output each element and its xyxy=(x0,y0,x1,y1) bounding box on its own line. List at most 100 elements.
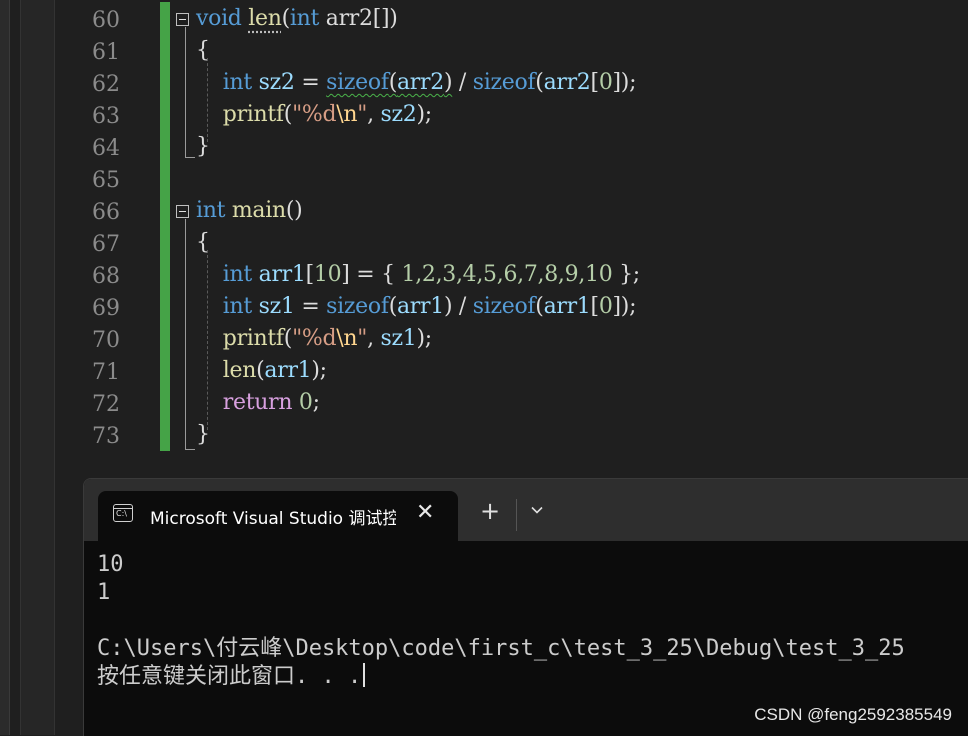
code-text: int main() xyxy=(196,198,303,223)
tab-debug-console[interactable]: C:\ Microsoft Visual Studio 调试控制台 ✕ xyxy=(98,491,458,541)
debug-console-window[interactable]: C:\ Microsoft Visual Studio 调试控制台 ✕ + 10… xyxy=(83,478,968,736)
tab-title: Microsoft Visual Studio 调试控制台 xyxy=(150,509,396,529)
line-number: 65 xyxy=(92,168,120,193)
code-token: arr1 xyxy=(543,294,591,319)
code-line[interactable]: 63 printf("%d\n", sz2); xyxy=(0,100,968,132)
output-line-4: C:\Users\付云峰\Desktop\code\first_c\test_3… xyxy=(97,636,905,661)
code-line[interactable]: 60 void len(int arr2[]) xyxy=(0,4,968,36)
code-token: arr1 xyxy=(264,358,312,383)
chevron-down-icon[interactable] xyxy=(530,503,544,517)
code-editor[interactable]: 60 void len(int arr2[]) 61{ 62 int sz2 = si… xyxy=(0,0,968,735)
code-line[interactable]: 62 int sz2 = sizeof(arr2) / sizeof(arr2[… xyxy=(0,68,968,100)
line-number: 64 xyxy=(92,136,120,161)
code-line[interactable]: 65 xyxy=(0,164,968,196)
code-token: ( xyxy=(535,70,544,95)
code-token: len xyxy=(222,358,257,383)
code-token: return xyxy=(222,390,293,415)
code-text: void len(int arr2[]) xyxy=(196,6,398,31)
code-token: sz1 xyxy=(380,326,417,351)
code-token: 0 xyxy=(598,70,613,95)
code-token: printf xyxy=(222,326,284,351)
code-line[interactable]: 61{ xyxy=(0,36,968,68)
code-token: arr2 xyxy=(396,70,444,95)
close-icon[interactable]: ✕ xyxy=(416,500,434,525)
code-token: sizeof xyxy=(472,294,536,319)
code-token: ; xyxy=(312,390,320,415)
code-token: [ xyxy=(305,262,315,287)
code-line[interactable]: 67{ xyxy=(0,228,968,260)
code-token: \n xyxy=(336,326,358,351)
code-line[interactable]: 73} xyxy=(0,420,968,452)
code-text: printf("%d\n", sz2); xyxy=(196,102,432,127)
code-text: int sz2 = sizeof(arr2) / sizeof(arr2[0])… xyxy=(196,70,637,95)
collapse-icon[interactable] xyxy=(176,205,189,218)
line-number: 62 xyxy=(92,72,120,97)
code-token: ) / xyxy=(443,294,473,319)
line-number: 68 xyxy=(92,264,120,289)
code-line[interactable]: 64} xyxy=(0,132,968,164)
line-number: 66 xyxy=(92,200,120,225)
code-line[interactable]: 70 printf("%d\n", sz1); xyxy=(0,324,968,356)
code-token: sz2 xyxy=(258,70,295,95)
fold-guide-len-end xyxy=(185,157,195,158)
code-token: int xyxy=(196,198,226,223)
code-token: ( xyxy=(281,6,291,31)
line-number: 60 xyxy=(92,8,120,33)
code-token: ]); xyxy=(612,294,637,319)
code-token: sizeof xyxy=(326,294,389,319)
collapse-icon[interactable] xyxy=(176,13,189,26)
output-line-1: 10 xyxy=(97,552,124,577)
code-token: sz1 xyxy=(258,294,295,319)
code-token: \n xyxy=(336,102,358,127)
code-token: 0 xyxy=(598,294,613,319)
code-token: [ xyxy=(590,294,600,319)
line-number: 61 xyxy=(92,40,120,65)
code-line[interactable]: 68 int arr1[10] = { 1,2,3,4,5,6,7,8,9,10… xyxy=(0,260,968,292)
code-token: 10 xyxy=(313,262,342,287)
line-number: 73 xyxy=(92,424,120,449)
text-cursor xyxy=(363,663,366,687)
code-token: , xyxy=(367,326,381,351)
indent-guide-len xyxy=(207,58,208,142)
code-text: int arr1[10] = { 1,2,3,4,5,6,7,8,9,10 }; xyxy=(196,262,640,287)
code-token: ( xyxy=(388,70,398,95)
code-token: sizeof xyxy=(472,70,536,95)
code-text: return 0; xyxy=(196,390,320,415)
tab-divider xyxy=(516,499,517,531)
code-line[interactable]: 66 int main() xyxy=(0,196,968,228)
press-any-key-text: 按任意键关闭此窗口. . . xyxy=(97,664,362,689)
fold-guide-len xyxy=(185,27,186,157)
console-icon: C:\ xyxy=(113,504,133,522)
code-token: arr1 xyxy=(396,294,444,319)
indent-guide-main xyxy=(207,250,208,430)
line-number: 67 xyxy=(92,232,120,257)
code-token: "%d xyxy=(292,326,337,351)
code-token: [ xyxy=(590,70,600,95)
code-token: 0 xyxy=(298,390,313,415)
code-token: ] = { xyxy=(341,262,402,287)
code-token: }; xyxy=(612,262,640,287)
terminal-tab-bar: C:\ Microsoft Visual Studio 调试控制台 ✕ + xyxy=(84,479,968,541)
code-text: int sz1 = sizeof(arr1) / sizeof(arr1[0])… xyxy=(196,294,637,319)
code-line[interactable]: 69 int sz1 = sizeof(arr1) / sizeof(arr1[… xyxy=(0,292,968,324)
code-line[interactable]: 72 return 0; xyxy=(0,388,968,420)
code-token: int xyxy=(222,294,252,319)
code-line[interactable]: 71 len(arr1); xyxy=(0,356,968,388)
fold-guide-main-end xyxy=(185,449,195,450)
line-number: 63 xyxy=(92,104,120,129)
code-token: = xyxy=(294,294,327,319)
code-token: ( xyxy=(283,326,293,351)
code-token: ); xyxy=(416,326,432,351)
code-token: int xyxy=(289,6,320,31)
code-token: () xyxy=(285,198,303,223)
plus-icon[interactable]: + xyxy=(480,499,500,523)
code-token: ); xyxy=(416,102,432,127)
watermark: CSDN @feng2592385549 xyxy=(754,705,952,724)
code-token: void xyxy=(196,6,242,31)
